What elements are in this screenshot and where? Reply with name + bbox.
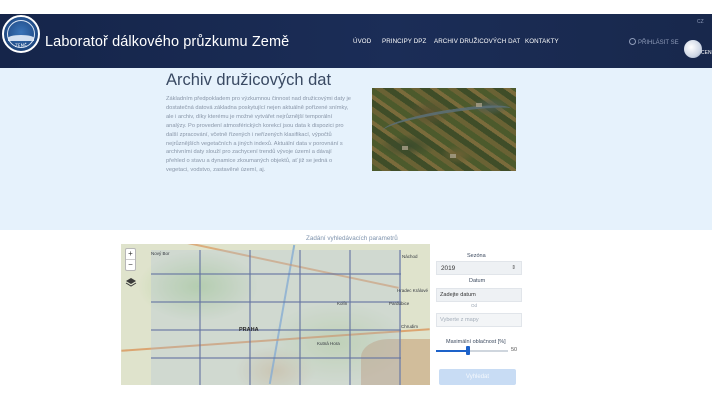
user-icon: [629, 38, 636, 45]
zoom-in-button[interactable]: +: [126, 249, 135, 260]
map-pick-input[interactable]: Vyberte z mapy: [436, 313, 522, 327]
nav-item-uvod[interactable]: ÚVOD: [353, 38, 371, 45]
map-label: Hradec Králové: [397, 288, 429, 293]
map-label: Chrudim: [401, 324, 419, 329]
season-value: 2019: [441, 265, 456, 272]
satellite-town: [450, 154, 456, 158]
cloud-cover-slider-handle[interactable]: [466, 346, 471, 355]
satellite-river: [381, 101, 513, 139]
nav-item-archiv[interactable]: ARCHIV DRUŽICOVÝCH DAT: [434, 38, 520, 45]
search-section-title: Zadání vyhledávacích parametrů: [306, 235, 398, 242]
nav-item-kontakty[interactable]: KONTAKTY: [525, 38, 559, 45]
map-zoom-control: + −: [125, 248, 136, 271]
logo-wave-icon: [8, 35, 34, 41]
language-switch[interactable]: CZ: [697, 19, 704, 25]
season-label: Sezóna: [467, 253, 486, 259]
map-label: Kutná Hora: [317, 341, 340, 346]
login-link[interactable]: PŘIHLÁSIT SE: [629, 38, 679, 46]
search-button[interactable]: Vyhledat: [439, 369, 516, 385]
cloud-cover-value: 50: [511, 347, 518, 353]
zoom-out-button[interactable]: −: [126, 260, 135, 271]
site-title[interactable]: Laboratoř dálkového průzkumu Země: [45, 34, 289, 50]
date-range-hint: Od: [471, 303, 478, 308]
cloud-cover-slider-fill: [436, 350, 469, 352]
updown-arrow-icon: ⇕: [511, 265, 516, 271]
map-label: Náchod: [402, 254, 418, 259]
map-label: Nový Bor: [151, 251, 170, 256]
season-select[interactable]: 2019 ⇕: [436, 261, 522, 275]
map-tile-grid[interactable]: [151, 250, 401, 385]
map-label: Pardubice: [389, 301, 410, 306]
login-label: PŘIHLÁSIT SE: [638, 40, 679, 46]
top-strip: [0, 0, 712, 14]
satellite-town: [402, 146, 408, 150]
map-label-capital: PRAHA: [239, 327, 259, 333]
nav-item-principy[interactable]: PRINCIPY DPZ: [382, 38, 426, 45]
lab-logo[interactable]: ZEMĚ: [2, 15, 40, 53]
date-label: Datum: [469, 278, 486, 284]
hero-description: Základním předpokladem pro výzkumnou čin…: [166, 96, 351, 174]
map-label: Kolín: [337, 301, 348, 306]
page-title: Archiv družicových dat: [166, 71, 332, 89]
cloud-cover-label: Maximální oblačnost [%]: [446, 339, 506, 345]
search-map[interactable]: Nový Bor Náchod Hradec Králové Pardubice…: [121, 244, 430, 385]
date-input[interactable]: Zadejte datum: [436, 288, 522, 302]
satellite-town: [476, 103, 482, 107]
hero-section: [0, 68, 712, 230]
logo-text: ZEMĚ: [14, 43, 28, 48]
satellite-image: [372, 88, 516, 171]
partner-label: CEN: [701, 50, 712, 56]
partner-logo-icon[interactable]: [684, 40, 702, 58]
layers-icon[interactable]: [125, 277, 137, 287]
